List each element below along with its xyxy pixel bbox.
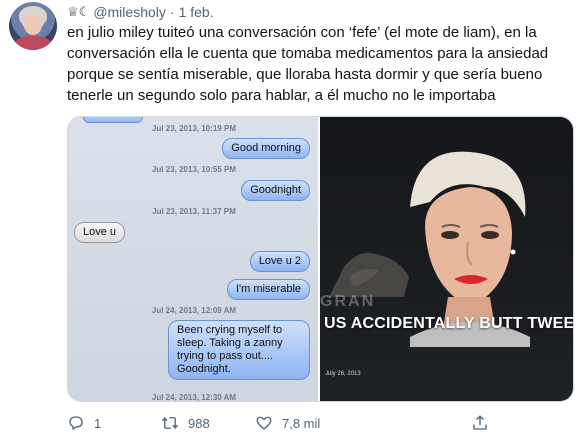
reply-icon: [69, 416, 83, 430]
display-name-emoji[interactable]: ♕☾: [67, 5, 90, 20]
header-separator: ·: [169, 4, 175, 20]
avatar-shirt: [13, 36, 53, 50]
sms-bubble-outgoing: I'm miserable: [226, 279, 311, 300]
retweet-button[interactable]: 988: [161, 414, 210, 432]
sms-bubble-outgoing: Goodnight: [241, 180, 311, 201]
photo-date: July 26, 2013: [325, 371, 361, 377]
tweet-date[interactable]: 1 feb.: [179, 4, 214, 20]
news-photo-image[interactable]: GRAN US ACCIDENTALLY BUTT TWEETS July 26…: [320, 117, 573, 401]
sms-bubble-incoming: Love u: [74, 222, 126, 243]
sms-bubble-outgoing: Love u 2: [249, 251, 311, 272]
sms-timestamp: Jul 23, 2013, 11:37 PM: [152, 207, 236, 216]
reply-button[interactable]: 1: [67, 414, 101, 432]
share-icon: [473, 415, 487, 430]
sms-screenshot-image[interactable]: Jul 23, 2013, 10:19 PM Good morning Jul …: [68, 117, 319, 401]
tweet-actions: 1 988 7,8 mil: [67, 412, 507, 434]
tweet-text: en julio miley tuiteó una conversación c…: [67, 24, 549, 104]
tweet-media[interactable]: Jul 23, 2013, 10:19 PM Good morning Jul …: [67, 116, 574, 402]
partial-bubble: [83, 117, 144, 123]
like-count: 7,8 mil: [282, 415, 321, 431]
sms-bubble-outgoing: Been crying myself to sleep. Taking a za…: [168, 320, 311, 380]
sms-timestamp: Jul 24, 2013, 12:09 AM: [151, 306, 237, 315]
like-button[interactable]: 7,8 mil: [255, 414, 320, 432]
share-button[interactable]: [471, 414, 489, 432]
retweet-count: 988: [188, 415, 210, 431]
tweet-header: ♕☾ @milesholy · 1 feb.: [67, 4, 214, 20]
sms-timestamp: Jul 24, 2013, 12:30 AM: [151, 393, 237, 401]
photo-headline: US ACCIDENTALLY BUTT TWEETS: [324, 315, 573, 332]
background-sign-text: GRAN: [320, 293, 376, 310]
like-icon: [256, 416, 272, 430]
sms-timestamp: Jul 23, 2013, 10:55 PM: [151, 165, 237, 174]
reply-count: 1: [94, 415, 102, 431]
sms-bubble-outgoing: Good morning: [222, 138, 311, 159]
user-handle[interactable]: @milesholy: [93, 4, 166, 20]
sms-timestamp: Jul 23, 2013, 10:19 PM: [151, 124, 237, 133]
avatar-face: [24, 15, 42, 35]
retweet-icon: [161, 417, 179, 429]
avatar[interactable]: [9, 2, 57, 50]
